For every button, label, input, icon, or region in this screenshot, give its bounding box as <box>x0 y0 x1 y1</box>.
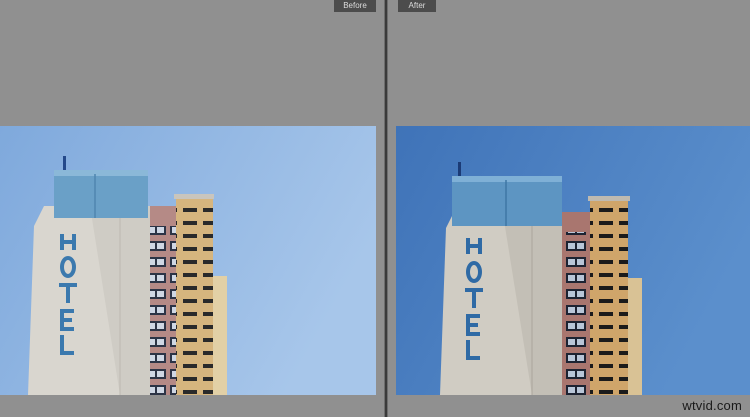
after-label: After <box>398 0 436 12</box>
watermark: wtvid.com <box>682 398 742 413</box>
rooftop-structure <box>54 170 148 218</box>
compare-divider[interactable] <box>384 0 388 417</box>
before-label: Before <box>334 0 376 12</box>
after-photo[interactable] <box>396 126 750 395</box>
before-photo[interactable] <box>0 126 376 395</box>
rooftop-structure <box>452 176 562 226</box>
